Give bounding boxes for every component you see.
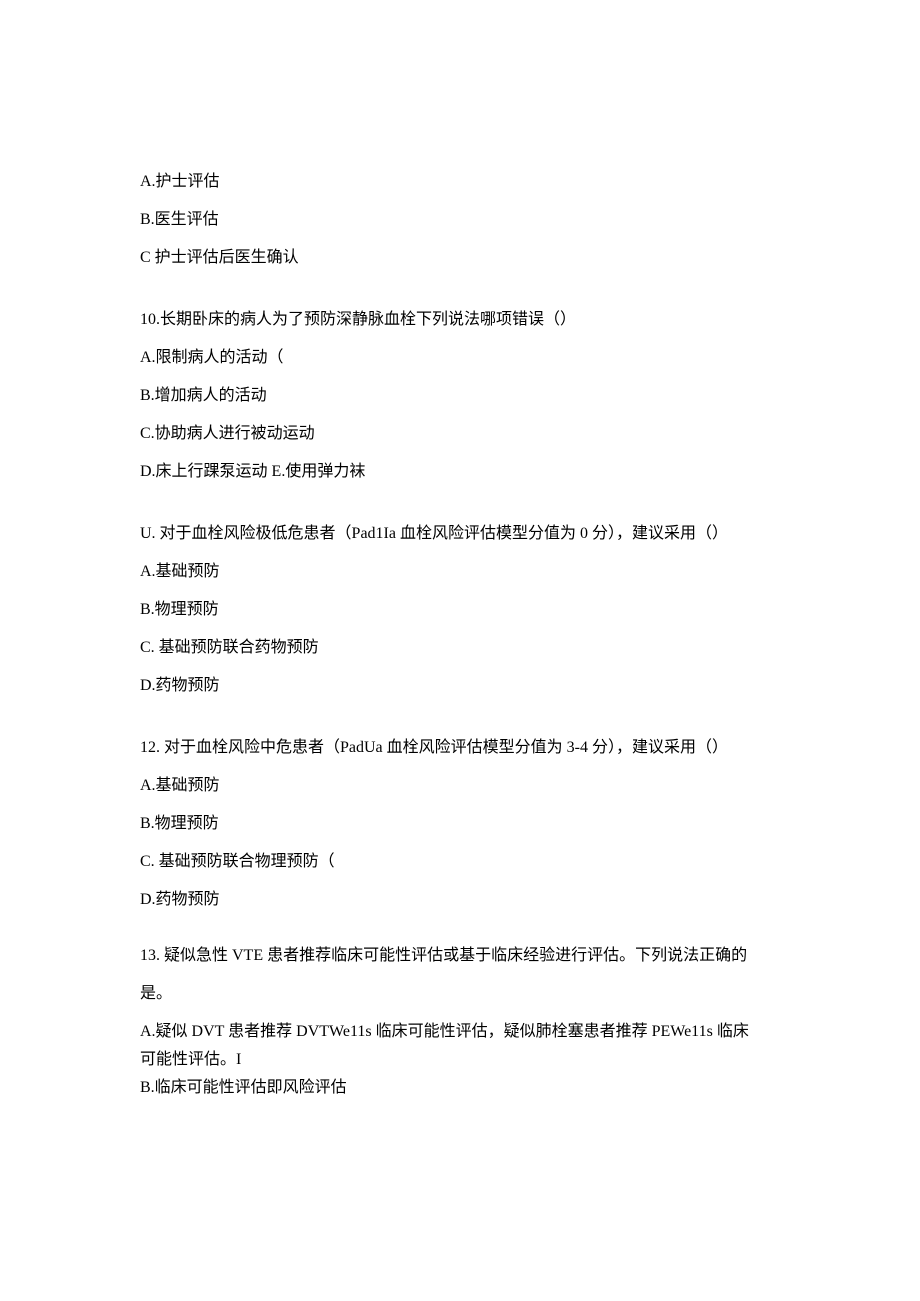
question-9-partial: A.护士评估 B.医生评估 C 护士评估后医生确认 [140, 170, 780, 270]
q12-option-b: B.物理预防 [140, 812, 780, 836]
q9-option-c: C 护士评估后医生确认 [140, 246, 780, 270]
q13-option-a-l1: A.疑似 DVT 患者推荐 DVTWe11s 临床可能性评估，疑似肺栓塞患者推荐… [140, 1020, 780, 1044]
q12-question-text: 12. 对于血栓风险中危患者（PadUa 血栓风险评估模型分值为 3-4 分），… [140, 736, 780, 760]
question-10: 10.长期卧床的病人为了预防深静脉血栓下列说法哪项错误（） A.限制病人的活动（… [140, 308, 780, 484]
question-12: 12. 对于血栓风险中危患者（PadUa 血栓风险评估模型分值为 3-4 分），… [140, 736, 780, 912]
q9-option-b: B.医生评估 [140, 208, 780, 232]
q13-option-a-l2: 可能性评估。I [140, 1048, 780, 1072]
q12-option-d: D.药物预防 [140, 888, 780, 912]
q12-option-c: C. 基础预防联合物理预防（ [140, 850, 780, 874]
q10-option-b: B.增加病人的活动 [140, 384, 780, 408]
q12-option-a: A.基础预防 [140, 774, 780, 798]
q13-option-b: B.临床可能性评估即风险评估 [140, 1076, 780, 1100]
q11-option-b: B.物理预防 [140, 598, 780, 622]
q10-option-d: D.床上行踝泵运动 E.使用弹力袜 [140, 460, 780, 484]
q11-option-c: C. 基础预防联合药物预防 [140, 636, 780, 660]
question-11: U. 对于血栓风险极低危患者（Pad1Ia 血栓风险评估模型分值为 0 分），建… [140, 522, 780, 698]
q10-option-c: C.协助病人进行被动运动 [140, 422, 780, 446]
q13-question-text-l2: 是。 [140, 982, 780, 1006]
q13-question-text-l1: 13. 疑似急性 VTE 患者推荐临床可能性评估或基于临床经验进行评估。下列说法… [140, 944, 780, 968]
q10-question-text: 10.长期卧床的病人为了预防深静脉血栓下列说法哪项错误（） [140, 308, 780, 332]
q11-option-a: A.基础预防 [140, 560, 780, 584]
q11-question-text: U. 对于血栓风险极低危患者（Pad1Ia 血栓风险评估模型分值为 0 分），建… [140, 522, 780, 546]
question-13: 13. 疑似急性 VTE 患者推荐临床可能性评估或基于临床经验进行评估。下列说法… [140, 944, 780, 1100]
q9-option-a: A.护士评估 [140, 170, 780, 194]
q11-option-d: D.药物预防 [140, 674, 780, 698]
q10-option-a: A.限制病人的活动（ [140, 346, 780, 370]
